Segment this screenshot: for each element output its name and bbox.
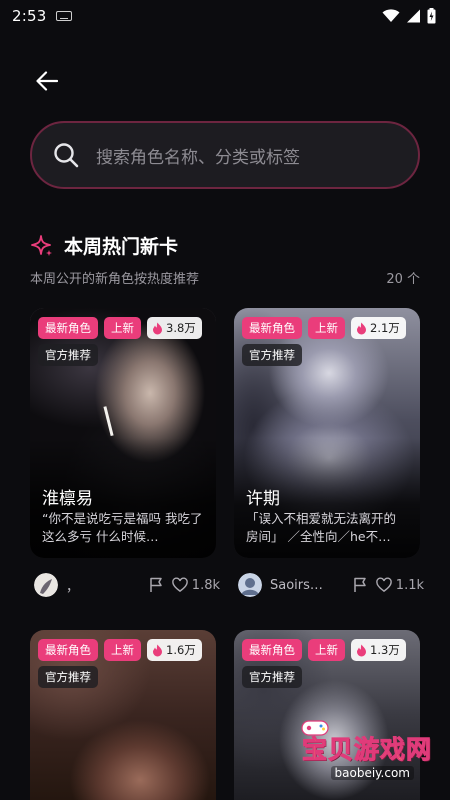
signal-icon bbox=[407, 9, 420, 23]
card-badges: 最新角色 上新 2.1万 bbox=[242, 317, 406, 339]
like-button[interactable]: 1.1k bbox=[376, 577, 424, 593]
card-badges: 最新角色 上新 1.6万 bbox=[38, 639, 202, 661]
sparkle-icon bbox=[31, 234, 52, 256]
heart-icon bbox=[172, 577, 188, 592]
character-card[interactable]: 最新角色 上新 2.1万 官方推荐 许期 「误入不相爱就无法离开的房间」 ／全性… bbox=[234, 308, 420, 558]
character-description: “你不是说吃亏是福吗 我吃了这么多亏 什么时候… bbox=[42, 511, 203, 544]
badge-new-role: 最新角色 bbox=[242, 317, 302, 339]
character-name: 许期 bbox=[246, 489, 280, 509]
heat-value: 2.1万 bbox=[370, 321, 400, 335]
flame-icon bbox=[357, 322, 366, 334]
like-button[interactable]: 1.8k bbox=[172, 577, 220, 593]
status-time: 2:53 bbox=[12, 7, 47, 25]
section-count: 20 个 bbox=[386, 272, 420, 287]
flame-icon bbox=[153, 644, 162, 656]
author-name[interactable]: ， bbox=[66, 576, 79, 595]
card-badges: 最新角色 上新 1.3万 bbox=[242, 639, 406, 661]
character-card[interactable]: 最新角色 上新 3.8万 官方推荐 淮檩易 “你不是说吃亏是福吗 我吃了这么多亏… bbox=[30, 308, 216, 558]
card-badges: 最新角色 上新 3.8万 bbox=[38, 317, 202, 339]
card-meta: Saoirs… 1.1k bbox=[238, 572, 424, 598]
like-count: 1.8k bbox=[191, 577, 220, 593]
watermark-logo: 宝贝游戏网 baobeiy.com bbox=[296, 716, 436, 786]
author-name[interactable]: Saoirs… bbox=[270, 578, 323, 593]
character-description: 「误入不相爱就无法离开的房间」 ／全性向／he不… bbox=[246, 511, 397, 544]
card-meta: ， 1.8k bbox=[34, 572, 220, 598]
badge-new: 上新 bbox=[308, 317, 345, 339]
watermark-title: 宝贝游戏网 bbox=[301, 735, 432, 765]
back-button[interactable] bbox=[30, 64, 64, 98]
badge-new: 上新 bbox=[308, 639, 345, 661]
like-count: 1.1k bbox=[395, 577, 424, 593]
watermark-url: baobeiy.com bbox=[330, 766, 414, 780]
heat-badge: 3.8万 bbox=[147, 317, 202, 339]
badge-new-role: 最新角色 bbox=[242, 639, 302, 661]
heat-value: 3.8万 bbox=[166, 321, 196, 335]
badge-official: 官方推荐 bbox=[38, 344, 98, 366]
badge-official: 官方推荐 bbox=[242, 344, 302, 366]
flame-icon bbox=[357, 644, 366, 656]
heat-badge: 2.1万 bbox=[351, 317, 406, 339]
search-icon bbox=[52, 141, 80, 169]
badge-new-role: 最新角色 bbox=[38, 317, 98, 339]
report-flag-icon[interactable] bbox=[148, 577, 164, 593]
section-subtitle: 本周公开的新角色按热度推荐 bbox=[30, 272, 200, 287]
arrow-left-icon bbox=[36, 71, 58, 91]
badge-official: 官方推荐 bbox=[38, 666, 98, 688]
avatar[interactable] bbox=[238, 573, 262, 597]
keyboard-icon bbox=[56, 11, 73, 21]
heart-icon bbox=[376, 577, 392, 592]
wifi-icon bbox=[382, 9, 400, 22]
flame-icon bbox=[153, 322, 162, 334]
badge-new: 上新 bbox=[104, 639, 141, 661]
battery-icon bbox=[427, 8, 436, 24]
section-header: 本周热门新卡 bbox=[30, 232, 178, 259]
card-actions: 1.1k bbox=[352, 577, 424, 593]
heat-value: 1.3万 bbox=[370, 643, 400, 657]
badge-new-role: 最新角色 bbox=[38, 639, 98, 661]
card-actions: 1.8k bbox=[148, 577, 220, 593]
heat-badge: 1.3万 bbox=[351, 639, 406, 661]
search-placeholder: 搜索角色名称、分类或标签 bbox=[96, 147, 300, 168]
avatar[interactable] bbox=[34, 573, 58, 597]
section-title: 本周热门新卡 bbox=[64, 236, 179, 258]
heat-value: 1.6万 bbox=[166, 643, 196, 657]
status-icons bbox=[382, 8, 436, 24]
badge-official: 官方推荐 bbox=[242, 666, 302, 688]
search-bar[interactable]: 搜索角色名称、分类或标签 bbox=[30, 121, 420, 189]
character-name: 淮檩易 bbox=[42, 489, 93, 509]
status-bar: 2:53 bbox=[0, 0, 450, 32]
badge-new: 上新 bbox=[104, 317, 141, 339]
heat-badge: 1.6万 bbox=[147, 639, 202, 661]
report-flag-icon[interactable] bbox=[352, 577, 368, 593]
character-card[interactable]: 最新角色 上新 1.6万 官方推荐 bbox=[30, 630, 216, 800]
